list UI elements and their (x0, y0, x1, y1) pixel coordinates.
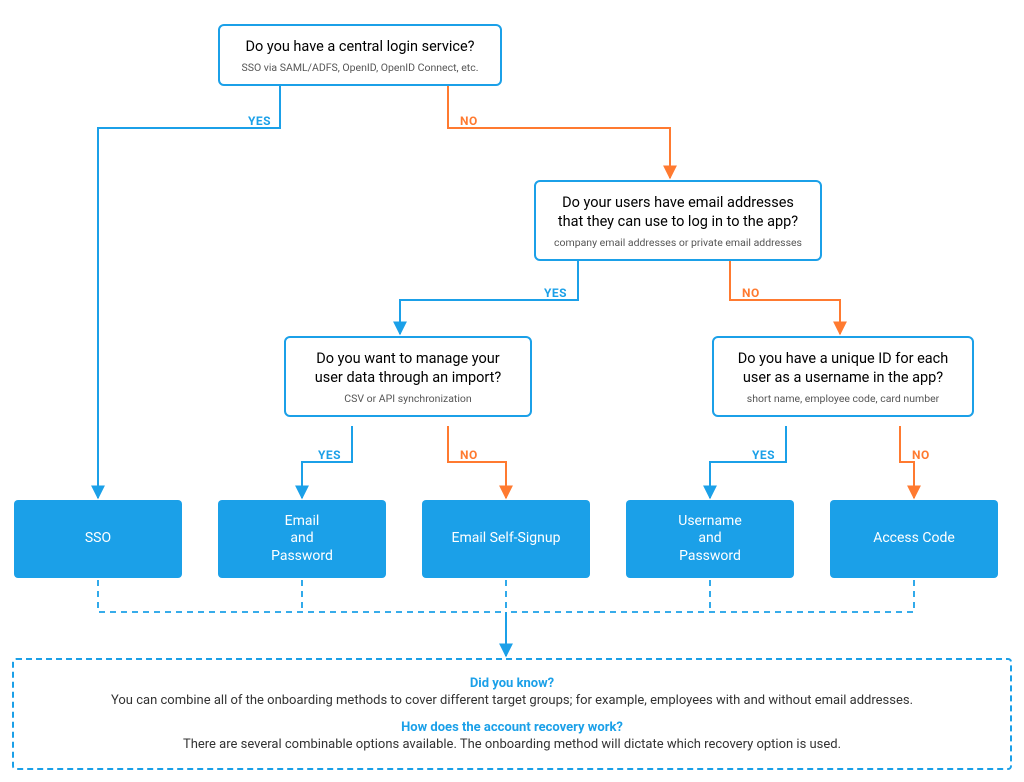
edge-q3-no: NO (460, 448, 478, 462)
decision-manage-import: Do you want to manage your user data thr… (284, 336, 532, 417)
result-access-code: Access Code (830, 500, 998, 578)
edge-q1-yes: YES (248, 114, 271, 128)
info-heading-1: Did you know? (32, 676, 992, 691)
info-text-1: You can combine all of the onboarding me… (32, 693, 992, 708)
result-email-password: EmailandPassword (218, 500, 386, 578)
decision-users-email: Do your users have email addresses that … (534, 180, 822, 261)
result-sso: SSO (14, 500, 182, 578)
decision-subtext: company email addresses or private email… (554, 236, 802, 249)
info-text-2: There are several combinable options ava… (32, 737, 992, 752)
edge-q1-no: NO (460, 114, 478, 128)
decision-central-login: Do you have a central login service? SSO… (218, 24, 502, 86)
decision-subtext: CSV or API synchronization (304, 392, 512, 405)
decision-question: Do you have a unique ID for each user as… (732, 350, 954, 388)
edge-q3-yes: YES (318, 448, 341, 462)
decision-unique-id: Do you have a unique ID for each user as… (712, 336, 974, 417)
decision-question: Do you have a central login service? (238, 38, 482, 57)
edge-q2-no: NO (742, 286, 760, 300)
decision-question: Do you want to manage your user data thr… (304, 350, 512, 388)
result-email-self-signup: Email Self-Signup (422, 500, 590, 578)
result-username-password: UsernameandPassword (626, 500, 794, 578)
edge-q2-yes: YES (544, 286, 567, 300)
decision-subtext: short name, employee code, card number (732, 392, 954, 405)
info-panel: Did you know? You can combine all of the… (12, 658, 1012, 770)
edge-q4-no: NO (912, 448, 930, 462)
decision-subtext: SSO via SAML/ADFS, OpenID, OpenID Connec… (238, 61, 482, 74)
info-heading-2: How does the account recovery work? (32, 720, 992, 735)
edge-q4-yes: YES (752, 448, 775, 462)
decision-question: Do your users have email addresses that … (554, 194, 802, 232)
flowchart-stage: YES NO YES NO YES NO YES NO Do you have … (0, 0, 1024, 782)
